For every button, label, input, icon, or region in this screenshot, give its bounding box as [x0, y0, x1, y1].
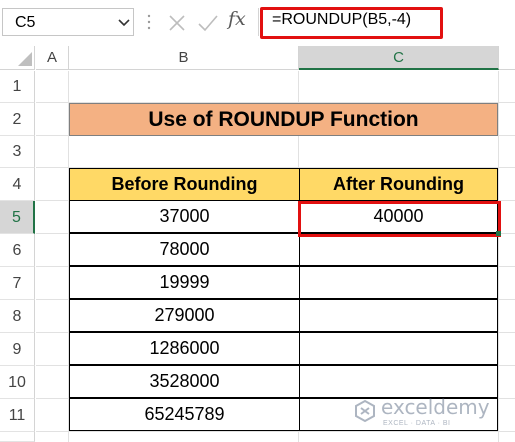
formula-bar-grip-icon: [147, 14, 151, 30]
active-cell-highlight: [298, 201, 501, 237]
name-box-value: C5: [15, 14, 36, 31]
gridline: [498, 71, 499, 442]
row-header-10[interactable]: 10: [0, 366, 35, 399]
cell-after-value[interactable]: [299, 365, 498, 398]
column-header-b[interactable]: B: [69, 46, 299, 70]
watermark-name: exceldemy: [381, 395, 490, 419]
cell-before-value[interactable]: 19999: [69, 266, 300, 299]
row-header-2[interactable]: 2: [0, 103, 35, 136]
row-header-7[interactable]: 7: [0, 267, 35, 300]
exceldemy-logo-icon: [355, 399, 375, 423]
select-all-triangle-icon: [18, 52, 32, 66]
header-after-rounding[interactable]: After Rounding: [299, 168, 498, 201]
watermark: exceldemy EXCEL · DATA · BI: [353, 395, 503, 435]
cell-before-value[interactable]: 279000: [69, 299, 300, 332]
row-header-8[interactable]: 8: [0, 300, 35, 333]
check-icon[interactable]: [195, 11, 221, 35]
chevron-down-icon[interactable]: [117, 12, 131, 32]
cell-after-value[interactable]: [299, 299, 498, 332]
cell-before-value[interactable]: 65245789: [69, 398, 300, 431]
cell-before-value[interactable]: 78000: [69, 233, 300, 266]
sheet-title[interactable]: Use of ROUNDUP Function: [69, 103, 498, 136]
column-header-a[interactable]: A: [36, 46, 69, 70]
close-icon[interactable]: [165, 11, 189, 35]
name-box[interactable]: C5: [2, 8, 134, 36]
cell-after-value[interactable]: [299, 332, 498, 365]
row-header-5[interactable]: 5: [0, 201, 35, 234]
cell-before-value[interactable]: 1286000: [69, 332, 300, 365]
row-header-9[interactable]: 9: [0, 333, 35, 366]
row-header-12[interactable]: [0, 432, 35, 442]
column-header-d[interactable]: [499, 46, 515, 70]
row-header-3[interactable]: 3: [0, 136, 35, 168]
formula-highlight-box: [260, 7, 443, 39]
cell-before-value[interactable]: 37000: [69, 200, 300, 233]
cell-after-value[interactable]: [299, 233, 498, 266]
watermark-tagline: EXCEL · DATA · BI: [383, 420, 451, 427]
row-header-6[interactable]: 6: [0, 234, 35, 267]
row-header-4[interactable]: 4: [0, 168, 35, 201]
cell-before-value[interactable]: 3528000: [69, 365, 300, 398]
row-header-11[interactable]: 11: [0, 399, 35, 432]
cell-after-value[interactable]: [299, 266, 498, 299]
row-header-1[interactable]: 1: [0, 71, 35, 103]
header-before-rounding[interactable]: Before Rounding: [69, 168, 300, 201]
column-header-c[interactable]: C: [299, 46, 499, 70]
insert-function-icon[interactable]: fx: [228, 8, 246, 30]
fill-handle[interactable]: [496, 231, 501, 236]
